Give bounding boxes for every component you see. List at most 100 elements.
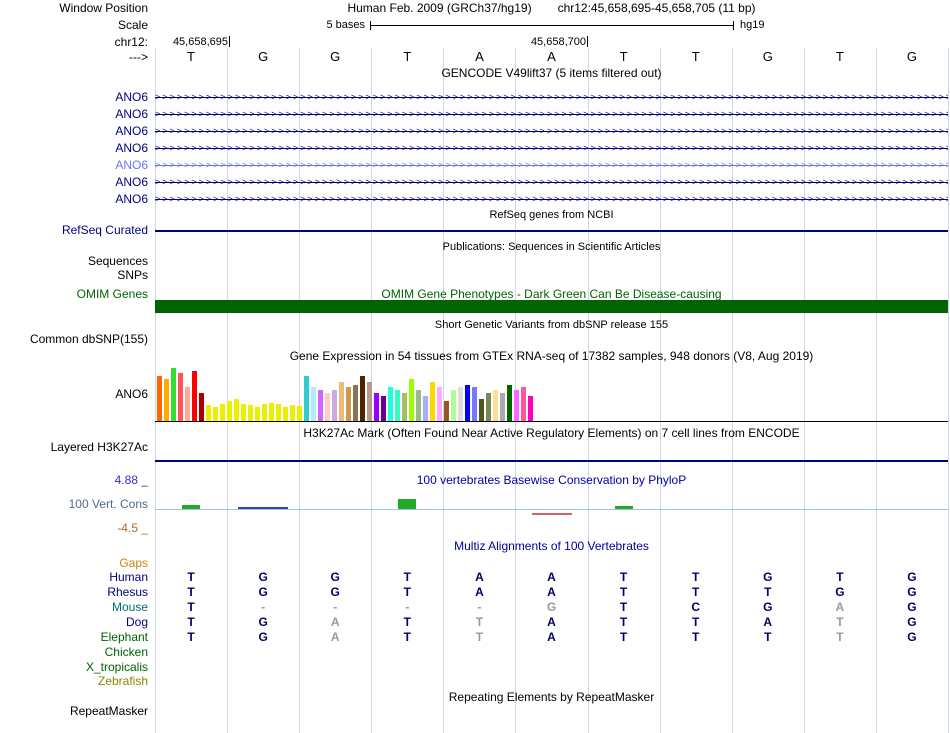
gtex-tissue-bar[interactable] <box>283 407 288 421</box>
repeatmasker-label[interactable]: RepeatMasker <box>0 705 148 718</box>
gtex-tissue-bar[interactable] <box>416 390 421 421</box>
repeatmasker-track-title[interactable]: Repeating Elements by RepeatMasker <box>155 691 948 704</box>
omim-genes-label[interactable]: OMIM Genes <box>0 288 148 301</box>
gtex-tissue-bar[interactable] <box>374 393 379 421</box>
gencode-transcript-label[interactable]: ANO6 <box>0 125 148 138</box>
gtex-tissue-bar[interactable] <box>458 387 463 421</box>
gtex-tissue-bar[interactable] <box>479 399 484 421</box>
refseq-curated-label[interactable]: RefSeq Curated <box>0 224 148 237</box>
gencode-transcript-label[interactable]: ANO6 <box>0 108 148 121</box>
alignment-base: T <box>764 585 772 599</box>
gtex-tissue-bar[interactable] <box>311 387 316 421</box>
gtex-tissue-bar[interactable] <box>234 399 239 421</box>
species-label-human[interactable]: Human <box>0 571 148 584</box>
gencode-transcript[interactable]: >>>>>>>>>>>>>>>>>>>>>>>>>>>>>>>>>>>>>>>>… <box>155 127 948 136</box>
gtex-tissue-bar[interactable] <box>304 376 309 421</box>
gtex-tissue-bar[interactable] <box>164 379 169 421</box>
gtex-tissue-bar[interactable] <box>276 404 281 421</box>
species-label-zebrafish[interactable]: Zebrafish <box>0 675 148 688</box>
gtex-tissue-bar[interactable] <box>353 385 358 421</box>
gtex-tissue-bar[interactable] <box>367 382 372 421</box>
gencode-transcript[interactable]: >>>>>>>>>>>>>>>>>>>>>>>>>>>>>>>>>>>>>>>>… <box>155 144 948 153</box>
phylop-positive-bar <box>398 499 417 509</box>
gtex-tissue-bar[interactable] <box>185 387 190 421</box>
species-label-rhesus[interactable]: Rhesus <box>0 586 148 599</box>
gtex-tissue-bar[interactable] <box>269 403 274 421</box>
gtex-tissue-bar[interactable] <box>255 407 260 421</box>
gtex-tissue-bar[interactable] <box>332 390 337 421</box>
gtex-tissue-bar[interactable] <box>206 405 211 421</box>
h3k27ac-track-title[interactable]: H3K27Ac Mark (Often Found Near Active Re… <box>155 427 948 440</box>
gtex-tissue-bar[interactable] <box>465 385 470 421</box>
gtex-tissue-bar[interactable] <box>248 405 253 421</box>
refseq-track-title[interactable]: RefSeq genes from NCBI <box>155 209 948 222</box>
snps-label[interactable]: SNPs <box>0 269 148 282</box>
gencode-transcript-label[interactable]: ANO6 <box>0 142 148 155</box>
gtex-gene-label[interactable]: ANO6 <box>0 388 148 401</box>
refseq-gene-bar[interactable] <box>155 230 948 232</box>
species-label-x_tropicalis[interactable]: X_tropicalis <box>0 661 148 674</box>
gtex-tissue-bar[interactable] <box>192 371 197 421</box>
gtex-tissue-bar[interactable] <box>325 393 330 421</box>
gtex-tissue-bar[interactable] <box>451 390 456 421</box>
gtex-tissue-bar[interactable] <box>339 382 344 421</box>
gtex-track-title[interactable]: Gene Expression in 54 tissues from GTEx … <box>155 350 948 363</box>
gtex-tissue-bar[interactable] <box>500 393 505 421</box>
gtex-tissue-bar[interactable] <box>157 376 162 421</box>
gtex-tissue-bar[interactable] <box>409 379 414 421</box>
gtex-tissue-bar[interactable] <box>402 393 407 421</box>
gencode-transcript[interactable]: >>>>>>>>>>>>>>>>>>>>>>>>>>>>>>>>>>>>>>>>… <box>155 178 948 187</box>
gtex-tissue-bar[interactable] <box>514 390 519 421</box>
dbsnp-label[interactable]: Common dbSNP(155) <box>0 333 148 346</box>
alignment-base: T <box>764 630 772 644</box>
gtex-tissue-bar[interactable] <box>423 396 428 421</box>
gtex-tissue-bar[interactable] <box>521 387 526 421</box>
gtex-tissue-bar[interactable] <box>199 393 204 421</box>
gtex-tissue-bar[interactable] <box>486 393 491 421</box>
gtex-tissue-bar[interactable] <box>493 390 498 421</box>
gencode-transcript-label[interactable]: ANO6 <box>0 176 148 189</box>
gtex-tissue-bar[interactable] <box>213 407 218 421</box>
phylop-track-label[interactable]: 100 Vert. Cons <box>0 498 148 511</box>
gtex-tissue-bar[interactable] <box>528 396 533 421</box>
publications-track-title[interactable]: Publications: Sequences in Scientific Ar… <box>155 241 948 254</box>
sequences-label[interactable]: Sequences <box>0 255 148 268</box>
h3k27ac-label[interactable]: Layered H3K27Ac <box>0 441 148 454</box>
species-label-dog[interactable]: Dog <box>0 616 148 629</box>
species-label-mouse[interactable]: Mouse <box>0 601 148 614</box>
gtex-tissue-bar[interactable] <box>178 373 183 421</box>
gtex-tissue-bar[interactable] <box>444 401 449 421</box>
dbsnp-track-title[interactable]: Short Genetic Variants from dbSNP releas… <box>155 319 948 332</box>
gtex-tissue-bar[interactable] <box>227 401 232 421</box>
gencode-transcript[interactable]: >>>>>>>>>>>>>>>>>>>>>>>>>>>>>>>>>>>>>>>>… <box>155 195 948 204</box>
gencode-transcript[interactable]: >>>>>>>>>>>>>>>>>>>>>>>>>>>>>>>>>>>>>>>>… <box>155 161 948 170</box>
gtex-tissue-bar[interactable] <box>220 404 225 421</box>
gtex-tissue-bar[interactable] <box>430 382 435 421</box>
gtex-tissue-bar[interactable] <box>437 387 442 421</box>
gtex-tissue-bar[interactable] <box>171 368 176 421</box>
gencode-transcript-label[interactable]: ANO6 <box>0 159 148 172</box>
gtex-tissue-bar[interactable] <box>290 405 295 421</box>
gtex-tissue-bar[interactable] <box>395 390 400 421</box>
gtex-tissue-bar[interactable] <box>346 387 351 421</box>
gtex-tissue-bar[interactable] <box>241 404 246 421</box>
multiz-track-title[interactable]: Multiz Alignments of 100 Vertebrates <box>155 540 948 553</box>
gtex-tissue-bar[interactable] <box>472 387 477 421</box>
gtex-tissue-bar[interactable] <box>507 385 512 421</box>
gtex-tissue-bar[interactable] <box>318 390 323 421</box>
gtex-tissue-bar[interactable] <box>360 376 365 421</box>
omim-gene-bar[interactable] <box>155 300 948 313</box>
species-label-chicken[interactable]: Chicken <box>0 646 148 659</box>
gencode-transcript[interactable]: >>>>>>>>>>>>>>>>>>>>>>>>>>>>>>>>>>>>>>>>… <box>155 93 948 102</box>
gencode-track-title[interactable]: GENCODE V49lift37 (5 items filtered out) <box>155 67 948 80</box>
species-label-gaps[interactable]: Gaps <box>0 557 148 570</box>
species-label-elephant[interactable]: Elephant <box>0 631 148 644</box>
gencode-transcript[interactable]: >>>>>>>>>>>>>>>>>>>>>>>>>>>>>>>>>>>>>>>>… <box>155 110 948 119</box>
gencode-transcript-label[interactable]: ANO6 <box>0 193 148 206</box>
phylop-track-title[interactable]: 100 vertebrates Basewise Conservation by… <box>155 474 948 487</box>
gencode-transcript-label[interactable]: ANO6 <box>0 91 148 104</box>
gtex-tissue-bar[interactable] <box>381 396 386 421</box>
gtex-tissue-bar[interactable] <box>262 404 267 421</box>
gtex-tissue-bar[interactable] <box>297 406 302 421</box>
gtex-tissue-bar[interactable] <box>388 387 393 421</box>
